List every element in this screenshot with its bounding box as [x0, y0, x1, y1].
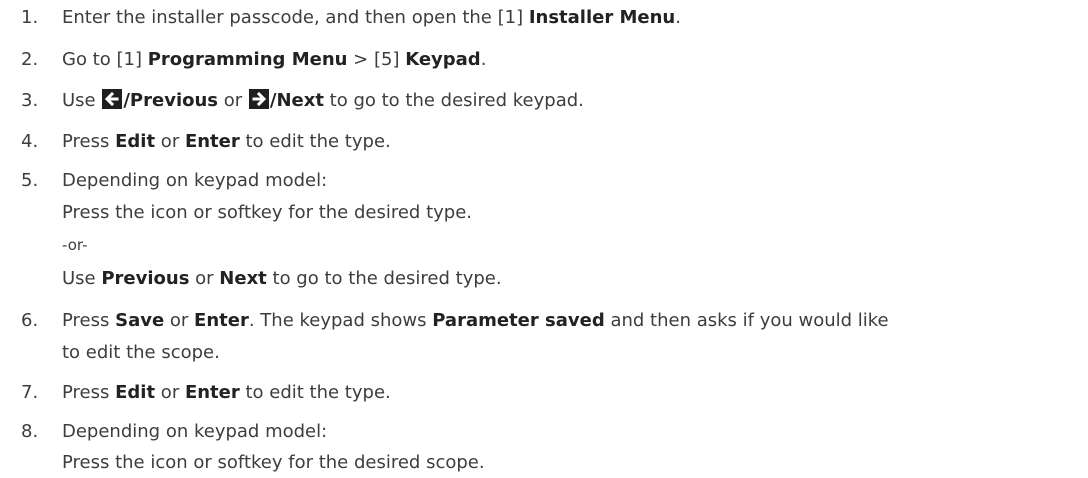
text: Press	[62, 131, 116, 152]
step-text: Enter the installer passcode, and then o…	[62, 3, 681, 33]
step-number: 8.	[21, 421, 39, 442]
text: or	[164, 310, 195, 331]
text: or	[218, 90, 248, 111]
step-text: Depending on keypad model:	[62, 421, 328, 442]
step-6-line-2: to edit the scope.	[62, 342, 220, 363]
step-text: Use /Previous or /Next to go to the desi…	[62, 86, 584, 116]
step-text: Depending on keypad model:	[62, 170, 328, 191]
text: Go to [1]	[62, 49, 148, 70]
text: Press	[62, 310, 116, 331]
menu-name: Keypad	[405, 49, 481, 70]
key-name: Save	[115, 310, 165, 331]
right-arrow-key-icon	[248, 89, 269, 109]
step-number: 4.	[21, 131, 39, 152]
menu-name: Programming Menu	[147, 49, 348, 70]
step-number: 3.	[21, 90, 39, 111]
key-name: Next	[219, 268, 267, 289]
text: to edit the type.	[239, 131, 391, 152]
text: Use	[62, 268, 102, 289]
step-text: Press Save or Enter. The keypad shows Pa…	[62, 306, 889, 336]
step-text: Go to [1] Programming Menu > [5] Keypad.	[62, 45, 486, 75]
text: to edit the type.	[239, 382, 391, 403]
text: or	[189, 268, 220, 289]
text: .	[675, 7, 681, 28]
text: Use	[62, 90, 102, 111]
step-text: Press Edit or Enter to edit the type.	[62, 378, 391, 408]
step-8-line-2: Press the icon or softkey for the desire…	[62, 452, 485, 473]
step-number: 1.	[21, 7, 39, 28]
key-name: Previous	[101, 268, 190, 289]
text: or	[155, 382, 185, 403]
key-name: Edit	[115, 382, 156, 403]
key-name: Enter	[184, 131, 240, 152]
menu-name: Installer Menu	[528, 7, 676, 28]
text: Enter the installer passcode, and then o…	[62, 7, 529, 28]
instruction-document: 1. Enter the installer passcode, and the…	[0, 0, 1088, 473]
text: to go to the desired type.	[266, 268, 502, 289]
text: or	[155, 131, 185, 152]
text: to go to the desired keypad.	[323, 90, 584, 111]
key-name: /Next	[269, 90, 324, 111]
text: > [5]	[347, 49, 406, 70]
key-name: /Previous	[123, 90, 219, 111]
step-5-or: -or-	[62, 236, 88, 254]
text: .	[480, 49, 487, 70]
step-number: 5.	[21, 170, 39, 191]
key-name: Enter	[184, 382, 240, 403]
key-name: Enter	[194, 310, 249, 331]
text: . The keypad shows	[248, 310, 433, 331]
step-number: 6.	[21, 310, 39, 331]
step-5-line-4: Use Previous or Next to go to the desire…	[62, 264, 502, 294]
step-number: 2.	[21, 49, 39, 70]
text: Press	[62, 382, 116, 403]
step-text: Press Edit or Enter to edit the type.	[62, 127, 391, 157]
step-number: 7.	[21, 382, 39, 403]
key-name: Edit	[115, 131, 156, 152]
step-5-line-2: Press the icon or softkey for the desire…	[62, 202, 473, 223]
text: and then asks if you would like	[604, 310, 889, 331]
status-text: Parameter saved	[432, 310, 605, 331]
left-arrow-key-icon	[102, 89, 123, 109]
